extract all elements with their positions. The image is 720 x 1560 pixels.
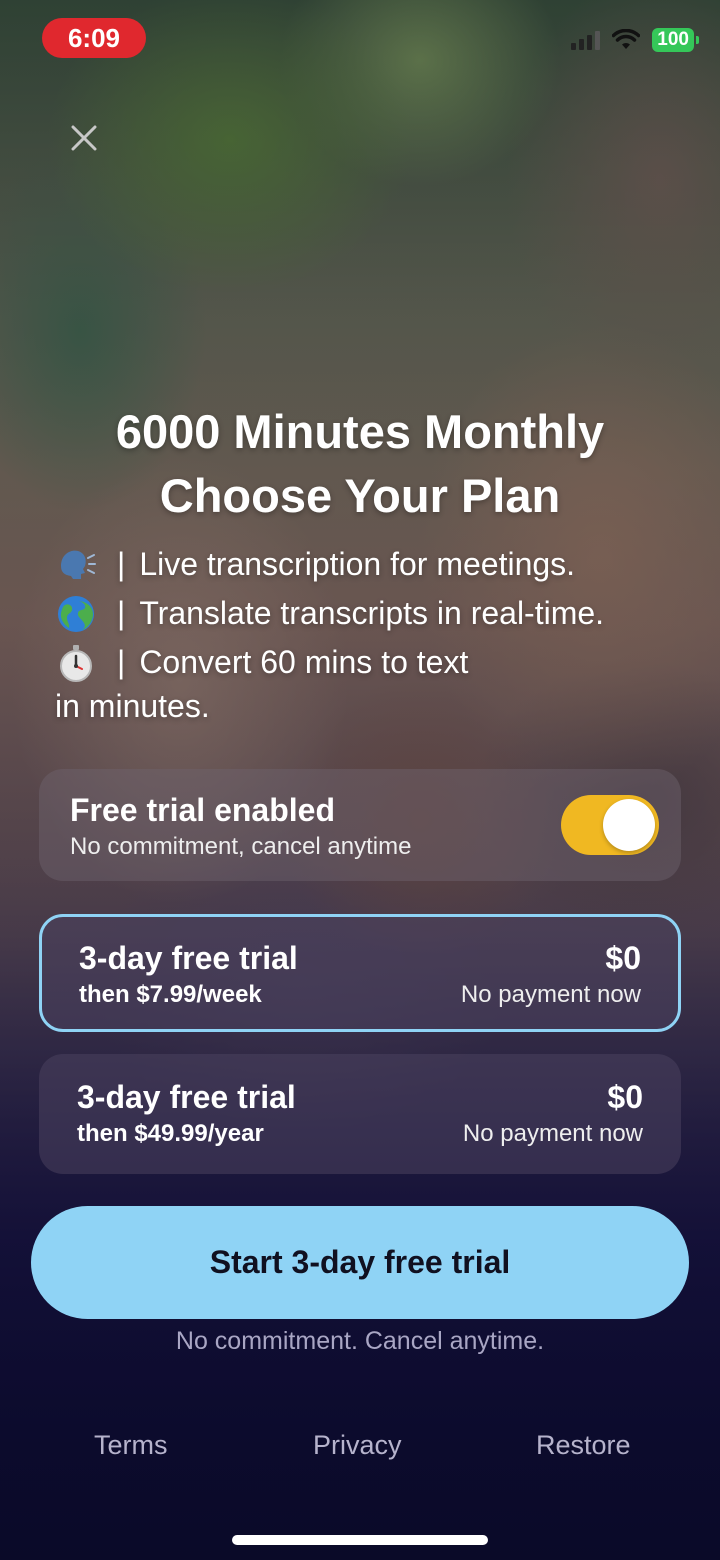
plan-subtitle: then $49.99/year (77, 1120, 264, 1147)
feature-item: | Convert 60 mins to text (55, 638, 685, 687)
status-time: 6:09 (67, 22, 121, 53)
plan-row: 3-day free trial $0 (77, 1076, 643, 1118)
start-trial-button[interactable]: Start 3-day free trial (31, 1206, 689, 1319)
feature-text: Convert 60 mins to text (139, 644, 469, 680)
status-indicators: 100 (571, 28, 699, 52)
plan-row: then $7.99/week No payment now (79, 979, 641, 1011)
plan-weekly[interactable]: 3-day free trial $0 then $7.99/week No p… (39, 914, 681, 1032)
plan-yearly[interactable]: 3-day free trial $0 then $49.99/year No … (39, 1054, 681, 1174)
plan-title: 3-day free trial (79, 940, 298, 976)
feature-text: Live transcription for meetings. (139, 546, 576, 582)
start-trial-label: Start 3-day free trial (209, 1244, 511, 1280)
feature-item: | Translate transcripts in real-time. (55, 589, 685, 638)
privacy-link[interactable]: Privacy (313, 1430, 402, 1461)
feature-item: | Live transcription for meetings. (55, 540, 685, 589)
plan-subtitle: then $7.99/week (79, 981, 262, 1008)
switch-knob (603, 799, 655, 851)
headline-line-1: 6000 Minutes Monthly (115, 405, 605, 458)
plan-row: 3-day free trial $0 (79, 937, 641, 979)
feature-text: Translate transcripts in real-time. (139, 595, 605, 631)
restore-link[interactable]: Restore (536, 1430, 631, 1461)
status-time-pill: 6:09 (42, 18, 146, 58)
feature-separator: | (117, 595, 126, 631)
feature-text-continuation: in minutes. (55, 688, 210, 724)
free-trial-switch[interactable] (561, 795, 659, 855)
close-button[interactable] (66, 120, 102, 156)
wifi-icon (612, 29, 641, 49)
plan-title: 3-day free trial (77, 1079, 296, 1115)
speaking-head-icon (61, 550, 96, 579)
close-icon (71, 125, 97, 151)
plan-row: then $49.99/year No payment now (77, 1118, 643, 1150)
stopwatch-icon (60, 644, 92, 682)
feature-separator: | (117, 546, 126, 582)
cellular-signal-icon (571, 30, 601, 50)
cta-note: No commitment. Cancel anytime. (175, 1327, 545, 1355)
plan-note: No payment now (462, 1120, 643, 1147)
terms-link[interactable]: Terms (94, 1430, 168, 1461)
free-trial-toggle-card[interactable]: Free trial enabled No commitment, cancel… (39, 769, 681, 881)
paywall-screen: 6:09 100 6000 Minutes Monthly Choose You… (0, 0, 720, 1560)
headline-line-2: Choose Your Plan (159, 469, 561, 522)
feature-separator: | (117, 644, 126, 680)
home-indicator[interactable] (232, 1535, 488, 1545)
feature-list: | Live transcription for meetings. | Tra… (55, 540, 685, 725)
plan-price: $0 (605, 940, 641, 976)
plan-note: No payment now (460, 981, 641, 1008)
headline: 6000 Minutes Monthly Choose Your Plan (0, 400, 720, 528)
battery-indicator: 100 (652, 28, 699, 52)
globe-icon (58, 595, 94, 632)
plan-price: $0 (607, 1079, 643, 1115)
